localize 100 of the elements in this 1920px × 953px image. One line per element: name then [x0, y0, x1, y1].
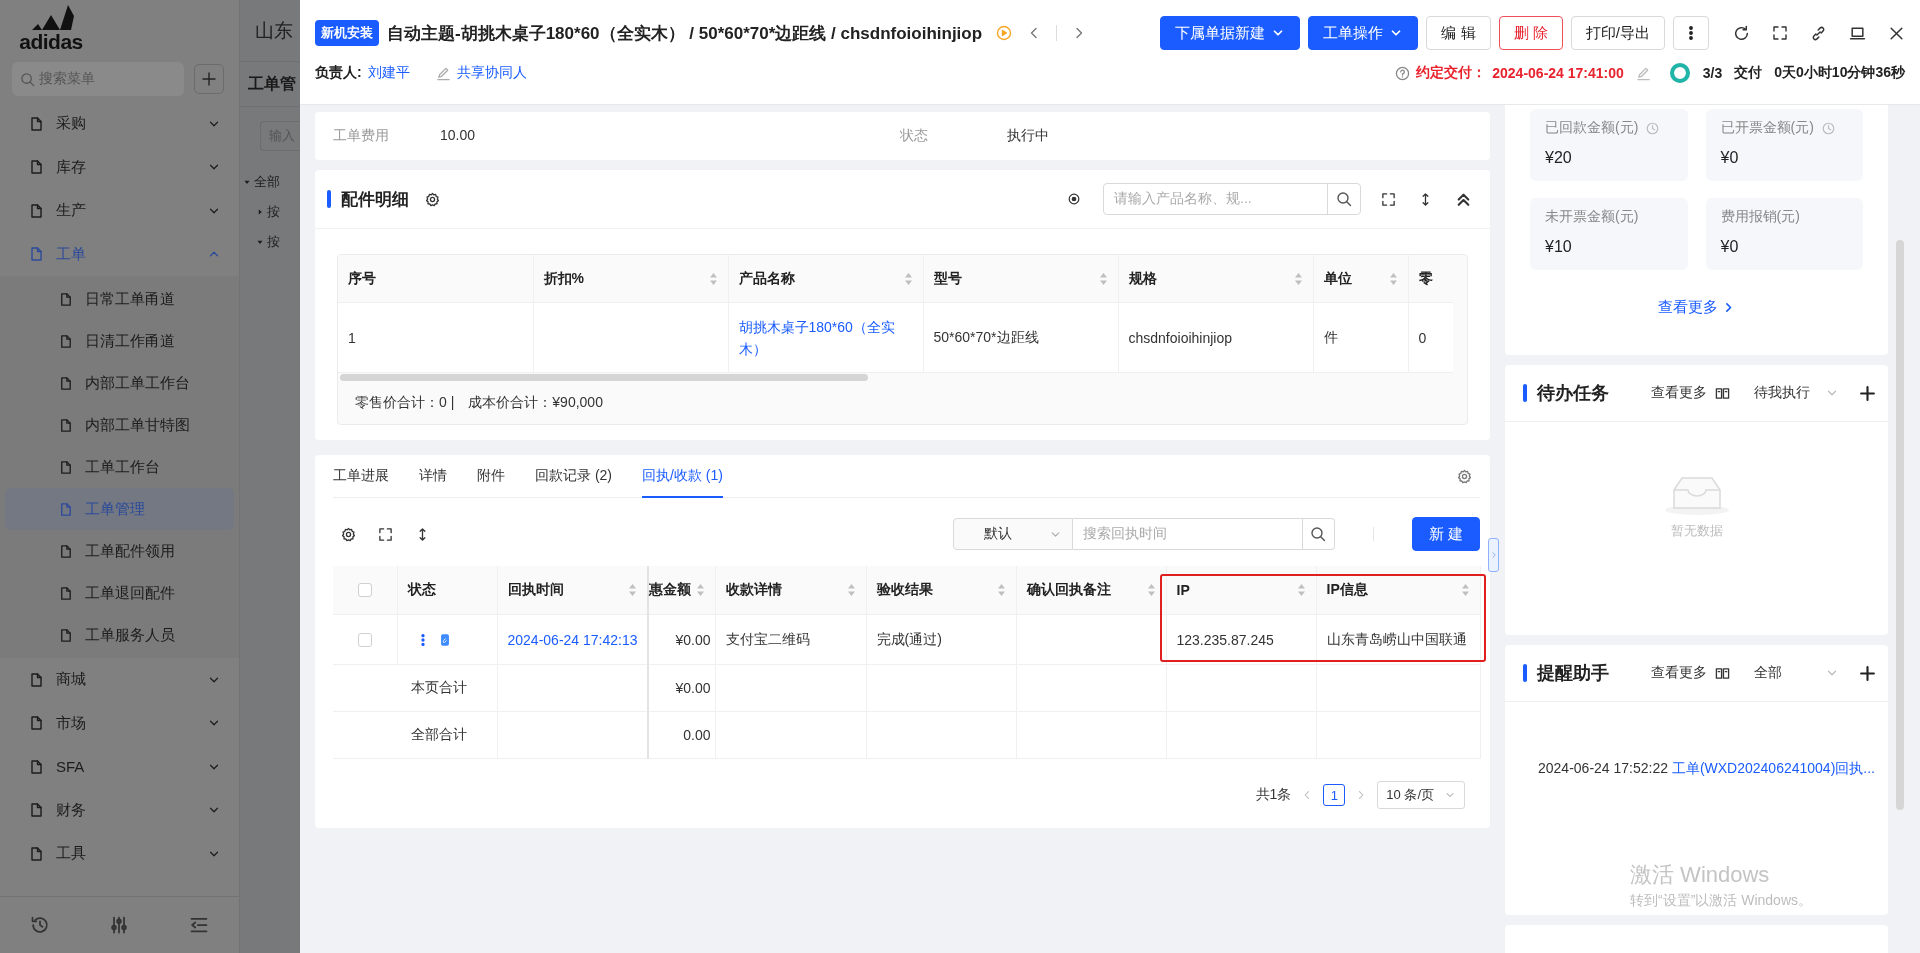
- more-link[interactable]: 查看更多: [1651, 664, 1730, 682]
- column-header[interactable]: 单位: [1313, 255, 1408, 303]
- filter-select[interactable]: 默认: [952, 518, 1073, 550]
- submenu-item[interactable]: 工单配件领用: [5, 530, 234, 572]
- submenu-item[interactable]: 内部工单甘特图: [5, 404, 234, 446]
- sliders-icon[interactable]: [109, 915, 130, 935]
- product-link[interactable]: 胡挑木桌子180*60（全实木）: [738, 315, 913, 360]
- share-link[interactable]: 共享协同人: [435, 64, 527, 82]
- tree-node[interactable]: 按: [240, 227, 300, 257]
- column-header[interactable]: 验收结果: [866, 566, 1016, 615]
- column-header[interactable]: 型号: [923, 255, 1118, 303]
- menu-item[interactable]: 采购: [0, 102, 239, 146]
- menu-item[interactable]: SFA: [0, 745, 239, 789]
- delete-button[interactable]: 删 除: [1498, 16, 1563, 50]
- empty-text: 暂无数据: [1670, 522, 1723, 540]
- menu-item[interactable]: 工具: [0, 832, 239, 876]
- menu-item[interactable]: 商城: [0, 658, 239, 702]
- reminder-link[interactable]: 工单(WXD202406241004)回执...: [1671, 760, 1875, 776]
- clock-icon[interactable]: [1646, 121, 1660, 135]
- add-button[interactable]: [194, 64, 224, 94]
- fullscreen-icon[interactable]: [1381, 191, 1396, 207]
- submenu-item[interactable]: 日清工作甬道: [5, 320, 234, 362]
- horizontal-scrollbar[interactable]: [340, 374, 868, 381]
- tab[interactable]: 工单进展: [333, 455, 389, 498]
- play-icon[interactable]: [996, 25, 1013, 41]
- submenu-item[interactable]: 工单服务人员: [5, 614, 234, 656]
- new-button[interactable]: 新 建: [1411, 517, 1480, 551]
- column-header[interactable]: 惠金额: [648, 566, 715, 615]
- tree-node[interactable]: 按: [240, 197, 300, 227]
- column-header[interactable]: 产品名称: [728, 255, 923, 303]
- clock-icon[interactable]: [1821, 121, 1835, 135]
- menu-item[interactable]: 财务: [0, 788, 239, 832]
- menu-item[interactable]: 市场: [0, 701, 239, 745]
- tab[interactable]: 回款记录 (2): [535, 455, 612, 498]
- scrollbar-thumb[interactable]: [1896, 240, 1904, 810]
- checkbox[interactable]: [357, 632, 372, 647]
- tree-node[interactable]: 全部: [240, 167, 300, 197]
- action-button[interactable]: 编 辑: [1426, 16, 1491, 50]
- page-button[interactable]: 1: [1323, 784, 1346, 806]
- section-title: 待办任务: [1536, 382, 1610, 405]
- menu-item[interactable]: 生产: [0, 189, 239, 233]
- checkbox[interactable]: [357, 583, 372, 597]
- field-value: 执行中: [1007, 127, 1049, 145]
- tab[interactable]: 回执/收款 (1): [642, 455, 723, 498]
- sort-icon[interactable]: [996, 583, 1006, 597]
- column-header[interactable]: 规格: [1118, 255, 1313, 303]
- column-header[interactable]: 回执时间: [497, 566, 648, 615]
- link-icon[interactable]: [1810, 24, 1827, 42]
- sort-icon[interactable]: [1098, 271, 1108, 286]
- sort-icon[interactable]: [1293, 271, 1303, 286]
- search-icon[interactable]: [1310, 526, 1327, 542]
- action-button[interactable]: 打印/导出: [1570, 16, 1665, 50]
- history-icon[interactable]: [29, 915, 50, 935]
- sort-icon[interactable]: [1388, 271, 1398, 286]
- dropdown-button[interactable]: 下属单据新建: [1160, 16, 1301, 50]
- column-header[interactable]: 确认回执备注: [1016, 566, 1166, 615]
- fullscreen-icon[interactable]: [378, 526, 393, 542]
- menu-item[interactable]: 库存: [0, 145, 239, 189]
- close-icon[interactable]: [1888, 24, 1905, 42]
- plus-icon[interactable]: [1859, 384, 1876, 402]
- settings-icon[interactable]: [425, 191, 440, 207]
- dropdown-button[interactable]: 工单操作: [1308, 16, 1419, 50]
- document-icon: [28, 115, 44, 132]
- page-size-select[interactable]: 10 条/页: [1377, 781, 1465, 809]
- column-header[interactable]: IP信息: [1316, 566, 1480, 615]
- sort-icon[interactable]: [903, 271, 913, 286]
- fullscreen-icon[interactable]: [1772, 25, 1788, 41]
- collapse-handle[interactable]: [1488, 538, 1499, 572]
- owner-name[interactable]: 刘建平: [367, 64, 410, 82]
- filter-select[interactable]: 待我执行: [1754, 384, 1839, 402]
- submenu-item[interactable]: 工单工作台: [5, 446, 234, 488]
- more-button[interactable]: [1673, 16, 1709, 50]
- document-icon: [58, 501, 73, 517]
- column-header[interactable]: IP: [1166, 566, 1316, 615]
- tab[interactable]: 详情: [419, 455, 447, 498]
- receipt-time-link[interactable]: 2024-06-24 17:42:13: [507, 631, 638, 648]
- search-icon[interactable]: [1336, 191, 1352, 207]
- more-link[interactable]: 查看更多: [1658, 298, 1735, 317]
- sort-icon[interactable]: [1296, 583, 1306, 597]
- submenu-item[interactable]: 日常工单甬道: [5, 278, 234, 320]
- plus-icon[interactable]: [1859, 664, 1876, 682]
- filter-select[interactable]: 全部: [1754, 664, 1839, 682]
- submenu-item[interactable]: 内部工单工作台: [5, 362, 234, 404]
- sort-icon[interactable]: [1460, 583, 1470, 597]
- target-icon[interactable]: [1067, 192, 1081, 206]
- pencil-icon[interactable]: [1635, 65, 1651, 81]
- sort-icon[interactable]: [846, 583, 856, 597]
- sort-icon[interactable]: [1146, 583, 1156, 597]
- refresh-icon[interactable]: [1733, 24, 1750, 42]
- more-link[interactable]: 查看更多: [1651, 384, 1730, 402]
- sort-icon[interactable]: [708, 271, 718, 286]
- sort-icon[interactable]: [628, 583, 637, 597]
- laptop-icon[interactable]: [1849, 24, 1866, 42]
- tab[interactable]: 附件: [477, 455, 505, 498]
- column-header[interactable]: 折扣%: [533, 255, 728, 303]
- column-header[interactable]: 收款详情: [715, 566, 866, 615]
- submenu-item[interactable]: 工单退回配件: [5, 572, 234, 614]
- sort-icon[interactable]: [695, 583, 705, 597]
- settings-icon[interactable]: [341, 526, 356, 542]
- collapse-menu-icon[interactable]: [189, 915, 210, 935]
